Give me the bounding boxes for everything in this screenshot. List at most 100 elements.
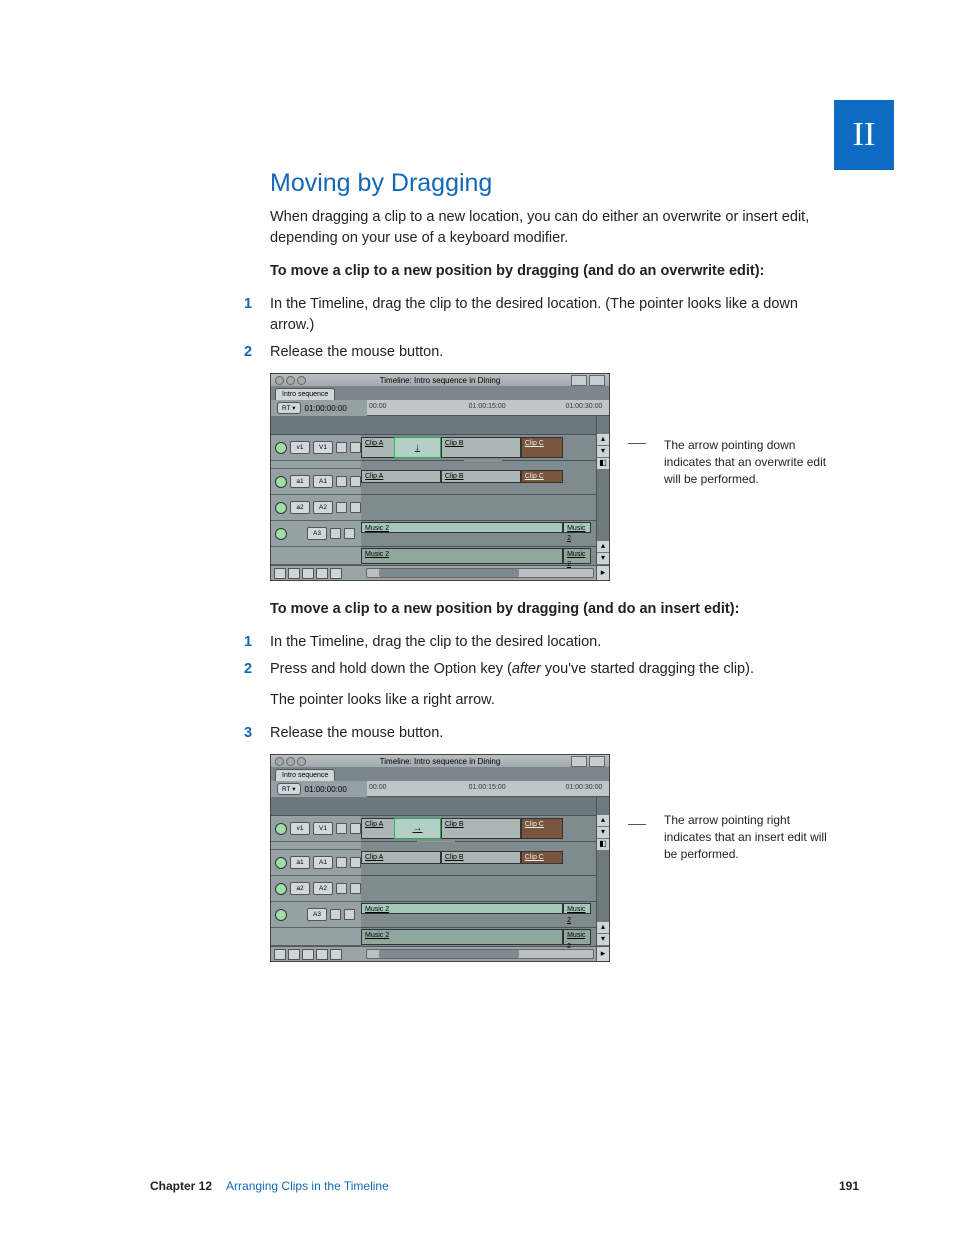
target-icon[interactable] — [275, 528, 287, 540]
dest-label[interactable]: V1 — [313, 822, 333, 835]
dest-label[interactable]: A1 — [313, 475, 333, 488]
sequence-tab[interactable]: Intro sequence — [275, 388, 335, 400]
track-lane[interactable]: Music 2 Music 2 — [361, 547, 596, 566]
clip-music[interactable]: Music 2 — [563, 548, 591, 564]
track-lane[interactable]: Music 2 Music 2 — [361, 928, 596, 947]
target-icon[interactable] — [275, 857, 287, 869]
source-label[interactable]: v1 — [290, 822, 310, 835]
lock-icon[interactable] — [336, 883, 347, 894]
tool-icon[interactable] — [274, 949, 286, 960]
source-label[interactable]: a1 — [290, 475, 310, 488]
track-header[interactable]: v1 V1 — [271, 816, 361, 842]
time-ruler[interactable]: 00:00 01:00:15:00 01:00:30:00 — [367, 781, 609, 797]
track-icon[interactable] — [350, 502, 361, 513]
clip-c[interactable]: Clip C — [521, 437, 563, 458]
track-header[interactable]: a1 A1 — [271, 850, 361, 876]
clip-b[interactable]: Clip B — [441, 851, 521, 864]
track-lane[interactable]: Music 2 Music 2 — [361, 521, 596, 547]
clip-music[interactable]: Music 2 — [361, 548, 563, 564]
target-icon[interactable] — [275, 502, 287, 514]
source-label[interactable]: a1 — [290, 856, 310, 869]
lock-icon[interactable] — [336, 857, 347, 868]
dest-label[interactable]: A1 — [313, 856, 333, 869]
tool-icon[interactable] — [274, 568, 286, 579]
clip-b[interactable]: Clip B — [441, 437, 521, 458]
dest-label[interactable]: A2 — [313, 882, 333, 895]
lock-icon[interactable] — [336, 502, 347, 513]
track-icon[interactable] — [350, 857, 361, 868]
horizontal-scrollbar[interactable] — [366, 949, 594, 959]
source-label[interactable]: a2 — [290, 882, 310, 895]
track-header[interactable]: a2 A2 — [271, 495, 361, 521]
tool-icon[interactable] — [302, 949, 314, 960]
track-header[interactable]: a1 A1 — [271, 469, 361, 495]
drag-ghost[interactable] — [394, 437, 441, 458]
dest-label[interactable]: A3 — [307, 908, 327, 921]
track-header[interactable]: A3 — [271, 902, 361, 928]
tool-icon[interactable] — [288, 568, 300, 579]
clip-c[interactable]: Clip C — [521, 818, 563, 839]
clip-music[interactable]: Music 2 — [361, 929, 563, 945]
sequence-tab[interactable]: Intro sequence — [275, 769, 335, 781]
track-lane[interactable]: Clip A Clip B Clip C — [361, 469, 596, 495]
clip-a[interactable]: Clip A — [361, 851, 441, 864]
up-arrow-icon[interactable]: ▴ — [597, 541, 609, 553]
clip-a[interactable]: Clip A — [361, 470, 441, 483]
horizontal-scrollbar[interactable] — [366, 568, 594, 578]
down-arrow-icon[interactable]: ▾ — [597, 553, 609, 565]
track-header[interactable]: a2 A2 — [271, 876, 361, 902]
lock-icon[interactable] — [336, 442, 347, 453]
rt-menu[interactable]: RT ▾ — [277, 783, 301, 795]
down-arrow-icon[interactable]: ▾ — [597, 827, 609, 839]
down-arrow-icon[interactable]: ▾ — [597, 934, 609, 946]
tool-icon[interactable] — [330, 949, 342, 960]
divider-icon[interactable]: ◧ — [597, 458, 609, 470]
track-lane[interactable]: Clip A Clip B Clip C -00:25:00 — [361, 816, 596, 842]
rt-menu[interactable]: RT ▾ — [277, 402, 301, 414]
track-header[interactable]: A3 — [271, 521, 361, 547]
tool-icon[interactable] — [330, 568, 342, 579]
lock-icon[interactable] — [330, 909, 341, 920]
up-arrow-icon[interactable]: ▴ — [597, 434, 609, 446]
up-arrow-icon[interactable]: ▴ — [597, 815, 609, 827]
tool-icon[interactable] — [302, 568, 314, 579]
target-icon[interactable] — [275, 476, 287, 488]
drag-ghost[interactable] — [394, 818, 441, 839]
clip-c[interactable]: Clip C — [521, 851, 563, 864]
divider-icon[interactable]: ◧ — [597, 839, 609, 851]
scroll-right-icon[interactable]: ▸ — [596, 566, 609, 580]
clip-b[interactable]: Clip B — [441, 818, 521, 839]
track-scrollbar[interactable]: ▴ ▾ ◧ ▴ ▾ — [596, 797, 609, 946]
track-lane[interactable]: Clip A Clip B Clip C -00:25:00 — [361, 435, 596, 461]
clip-music[interactable]: Music 2 — [361, 903, 563, 914]
track-header[interactable]: v1 V1 — [271, 435, 361, 461]
dest-label[interactable]: V1 — [313, 441, 333, 454]
scroll-right-icon[interactable]: ▸ — [596, 947, 609, 961]
track-lane[interactable]: Music 2 Music 2 — [361, 902, 596, 928]
track-icon[interactable] — [350, 883, 361, 894]
tool-icon[interactable] — [288, 949, 300, 960]
clip-c[interactable]: Clip C — [521, 470, 563, 483]
target-icon[interactable] — [275, 909, 287, 921]
target-icon[interactable] — [275, 442, 287, 454]
track-icon[interactable] — [344, 528, 355, 539]
source-label[interactable]: v1 — [290, 441, 310, 454]
clip-b[interactable]: Clip B — [441, 470, 521, 483]
dest-label[interactable]: A3 — [307, 527, 327, 540]
lock-icon[interactable] — [336, 823, 347, 834]
target-icon[interactable] — [275, 823, 287, 835]
track-lane[interactable] — [361, 876, 596, 902]
track-icon[interactable] — [350, 823, 361, 834]
track-scrollbar[interactable]: ▴ ▾ ◧ ▴ ▾ — [596, 416, 609, 565]
track-icon[interactable] — [344, 909, 355, 920]
lock-icon[interactable] — [336, 476, 347, 487]
up-arrow-icon[interactable]: ▴ — [597, 922, 609, 934]
down-arrow-icon[interactable]: ▾ — [597, 446, 609, 458]
target-icon[interactable] — [275, 883, 287, 895]
dest-label[interactable]: A2 — [313, 501, 333, 514]
time-ruler[interactable]: 00:00 01:00:15:00 01:00:30:00 — [367, 400, 609, 416]
track-lane[interactable] — [361, 495, 596, 521]
track-icon[interactable] — [350, 442, 361, 453]
tool-icon[interactable] — [316, 949, 328, 960]
clip-music[interactable]: Music 2 — [563, 929, 591, 945]
